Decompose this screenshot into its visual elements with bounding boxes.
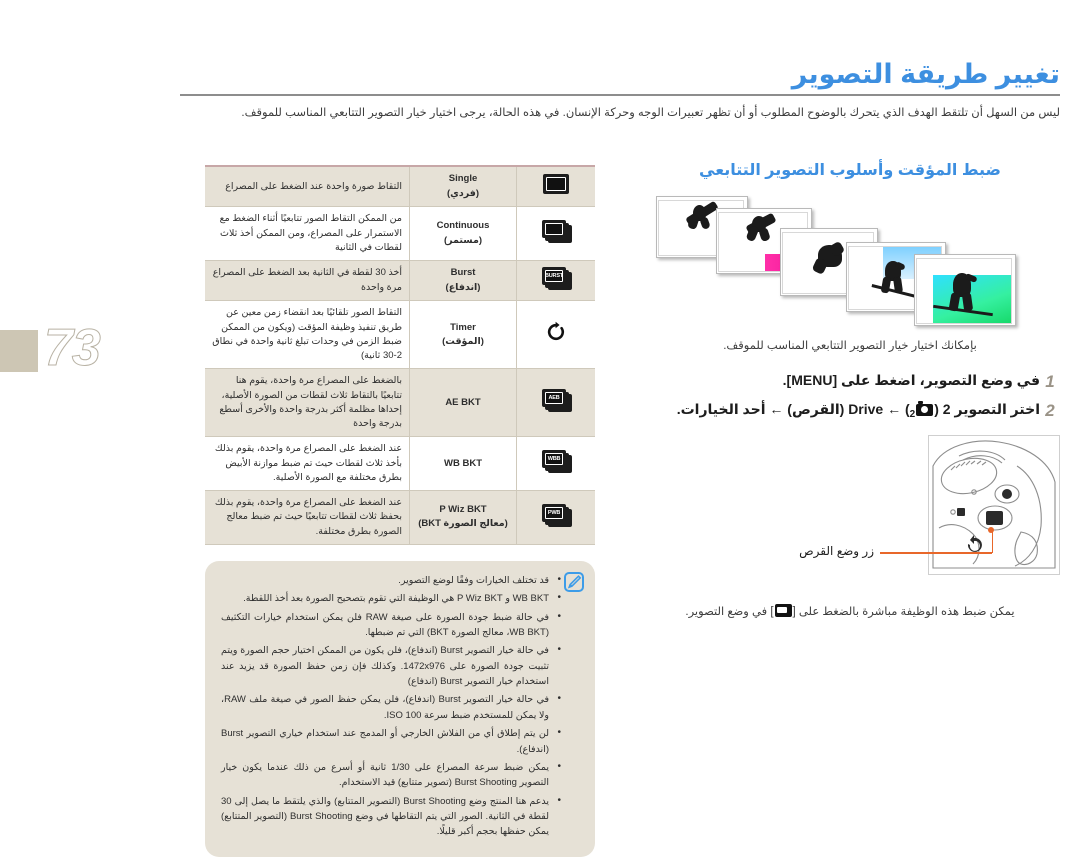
table-row: BURST Burst (اندفاع) أخذ 30 لقطة في الثا… <box>205 260 595 302</box>
mode-icon-cell: BURST <box>516 260 595 302</box>
list-item: قد تختلف الخيارات وفقًا لوضع التصوير. <box>221 572 561 589</box>
burst-icon: BURST <box>539 266 573 290</box>
mode-name-en: Burst <box>450 267 476 279</box>
list-item: يمكن ضبط سرعة المصراع على 1/30 ثانية أو … <box>221 759 561 791</box>
mode-name-cell: Continuous (مستمر) <box>409 206 517 261</box>
step-item-1: 1 في وضع التصوير، اضغط على [MENU]. <box>640 371 1060 392</box>
step-text: اختر التصوير 2 (2) ← Drive (القرص) ← أحد… <box>676 400 1040 420</box>
burst-sequence-illustration <box>650 192 1050 327</box>
single-frame-icon <box>539 172 573 196</box>
page-number: 73 <box>44 319 102 377</box>
continuous-frames-icon <box>539 219 573 243</box>
camera-icon-subscript: 2 <box>909 408 916 420</box>
left-column: Single (فردي) التقاط صورة واحدة عند الضغ… <box>205 165 595 857</box>
camera-illustration <box>928 435 1060 576</box>
mode-name-ar: (معالج الصورة BKT) <box>418 518 508 530</box>
mode-desc-cell: عند الضغط على المصراع مرة واحدة، يقوم بذ… <box>205 490 410 545</box>
drive-modes-table: Single (فردي) التقاط صورة واحدة عند الضغ… <box>205 165 595 545</box>
list-item: يدعم هنا المنتج وضع Burst Shooting (التص… <box>221 793 561 840</box>
mode-name-en: AE BKT <box>445 396 481 408</box>
mode-icon-cell: PWB <box>516 490 595 545</box>
camera-icon <box>916 401 934 416</box>
mode-name-cell: P Wiz BKT (معالج الصورة BKT) <box>409 490 517 545</box>
table-row: Timer (المؤقت) التقاط الصور تلقائيًا بعد… <box>205 300 595 370</box>
aeb-icon: AEB <box>539 388 573 413</box>
mode-name-en: P Wiz BKT <box>439 504 487 516</box>
step2-drive-label: Drive <box>848 400 884 417</box>
mode-icon-cell: WBB <box>516 436 595 491</box>
step-number: 2 <box>1045 400 1055 420</box>
step2-arrow-1: ← <box>887 400 902 417</box>
page-tab-marker <box>0 330 38 372</box>
mode-icon-cell: AEB <box>516 368 595 438</box>
mode-name-cell: Single (فردي) <box>409 166 517 208</box>
mode-desc-cell: أخذ 30 لقطة في الثانية بعد الضغط على الم… <box>205 260 410 302</box>
tip-text-part-1: يمكن ضبط هذه الوظيفة مباشرة بالضغط على [ <box>792 606 1015 619</box>
section-heading: ضبط المؤقت وأسلوب التصوير التتابعي <box>699 162 1001 179</box>
list-item: WB BKT و P Wiz BKT هي الوظيفة التي تقوم … <box>221 590 561 607</box>
mode-name-en: Continuous <box>436 220 490 232</box>
table-row: PWB P Wiz BKT (معالج الصورة BKT) عند الض… <box>205 490 595 545</box>
step-text: في وضع التصوير، اضغط على [MENU]. <box>782 372 1040 389</box>
mode-name-ar: (المؤقت) <box>442 335 484 347</box>
mode-name-en: WB BKT <box>444 457 482 469</box>
pwb-icon: PWB <box>539 503 573 527</box>
timer-icon <box>545 321 567 343</box>
mode-icon-cell <box>516 166 595 208</box>
page-intro-text: ليس من السهل أن تلتقط الهدف الذي يتحرك ب… <box>241 106 1060 119</box>
mode-name-cell: Burst (اندفاع) <box>409 260 517 302</box>
callout-label-drive-mode-button: زر وضع القرص <box>799 544 874 559</box>
table-row: WBB WB BKT عند الضغط على المصراع مرة واح… <box>205 436 595 491</box>
mode-name-ar: (فردي) <box>446 187 480 199</box>
table-row: Continuous (مستمر) من الممكن التقاط الصو… <box>205 206 595 261</box>
notes-box: قد تختلف الخيارات وفقًا لوضع التصوير. WB… <box>205 560 595 857</box>
step2-number: 2 <box>942 400 951 417</box>
callout-line-vertical <box>991 529 993 554</box>
manual-page: 73 تغيير طريقة التصوير ليس من السهل أن ت… <box>0 0 1080 857</box>
table-row: Single (فردي) التقاط صورة واحدة عند الضغ… <box>205 166 595 208</box>
mode-name-ar: (مستمر) <box>443 234 483 246</box>
mode-desc-cell: بالضغط على المصراع مرة واحدة، يقوم هنا ت… <box>205 368 410 438</box>
tip-text-part-2: ] في وضع التصوير. <box>685 606 774 619</box>
mode-name-cell: WB BKT <box>409 436 517 491</box>
wbb-icon: WBB <box>539 449 573 473</box>
step2-drive-arabic: (القرص) <box>787 400 845 417</box>
right-column: ضبط المؤقت وأسلوب التصوير التتابعي بإمكا… <box>640 160 1060 622</box>
list-item: لن يتم إطلاق أي من الفلاش الخارجي أو الم… <box>221 725 561 757</box>
list-item: في حالة خيار التصوير Burst (اندفاع)، فلن… <box>221 691 561 723</box>
mode-icon-cell <box>516 206 595 261</box>
section-lead-text: بإمكانك اختيار خيار التصوير التتابعي الم… <box>723 340 977 352</box>
notes-list: قد تختلف الخيارات وفقًا لوضع التصوير. WB… <box>217 572 583 840</box>
photo-frame-5 <box>914 254 1016 326</box>
mode-name-en: Timer <box>450 321 476 333</box>
step2-arrow-2: ← <box>769 400 784 417</box>
mode-name-ar: (اندفاع) <box>445 281 481 293</box>
list-item: في حالة خيار التصوير Burst (اندفاع)، فلن… <box>221 642 561 689</box>
steps-list: 1 في وضع التصوير، اضغط على [MENU]. 2 اخت… <box>640 371 1060 421</box>
callout-line-horizontal <box>880 552 992 554</box>
mode-desc-cell: التقاط الصور تلقائيًا بعد انقضاء زمن معي… <box>205 300 410 370</box>
step-item-2: 2 اختر التصوير 2 (2) ← Drive (القرص) ← أ… <box>640 400 1060 422</box>
mode-name-cell: Timer (المؤقت) <box>409 300 517 370</box>
step2-paren-open: ( <box>934 400 943 417</box>
step-number: 1 <box>1045 372 1055 392</box>
direct-setting-tip: يمكن ضبط هذه الوظيفة مباشرة بالضغط على [… <box>640 603 1060 621</box>
mode-desc-cell: من الممكن التقاط الصور تتابعيًا أثناء ال… <box>205 206 410 261</box>
mode-name-cell: AE BKT <box>409 368 517 438</box>
mode-name-en: Single <box>448 173 478 185</box>
table-row: AEB AE BKT بالضغط على المصراع مرة واحدة،… <box>205 368 595 438</box>
step2-suffix: أحد الخيارات. <box>676 400 766 417</box>
camera-diagram-block: زر وضع القرص <box>640 435 1060 595</box>
list-item: في حالة ضبط جودة الصورة على صيغة RAW فلن… <box>221 609 561 641</box>
title-divider <box>180 93 1060 96</box>
mode-icon-cell <box>516 300 595 370</box>
display-button-icon <box>774 604 792 618</box>
page-header: تغيير طريقة التصوير ليس من السهل أن تلتق… <box>180 59 1060 123</box>
mode-desc-cell: عند الضغط على المصراع مرة واحدة، يقوم بذ… <box>205 436 410 491</box>
page-title: تغيير طريقة التصوير <box>791 59 1060 89</box>
note-pencil-icon <box>564 571 584 592</box>
mode-desc-cell: التقاط صورة واحدة عند الضغط على المصراع <box>205 166 410 208</box>
step2-prefix: اختر التصوير <box>950 400 1040 417</box>
